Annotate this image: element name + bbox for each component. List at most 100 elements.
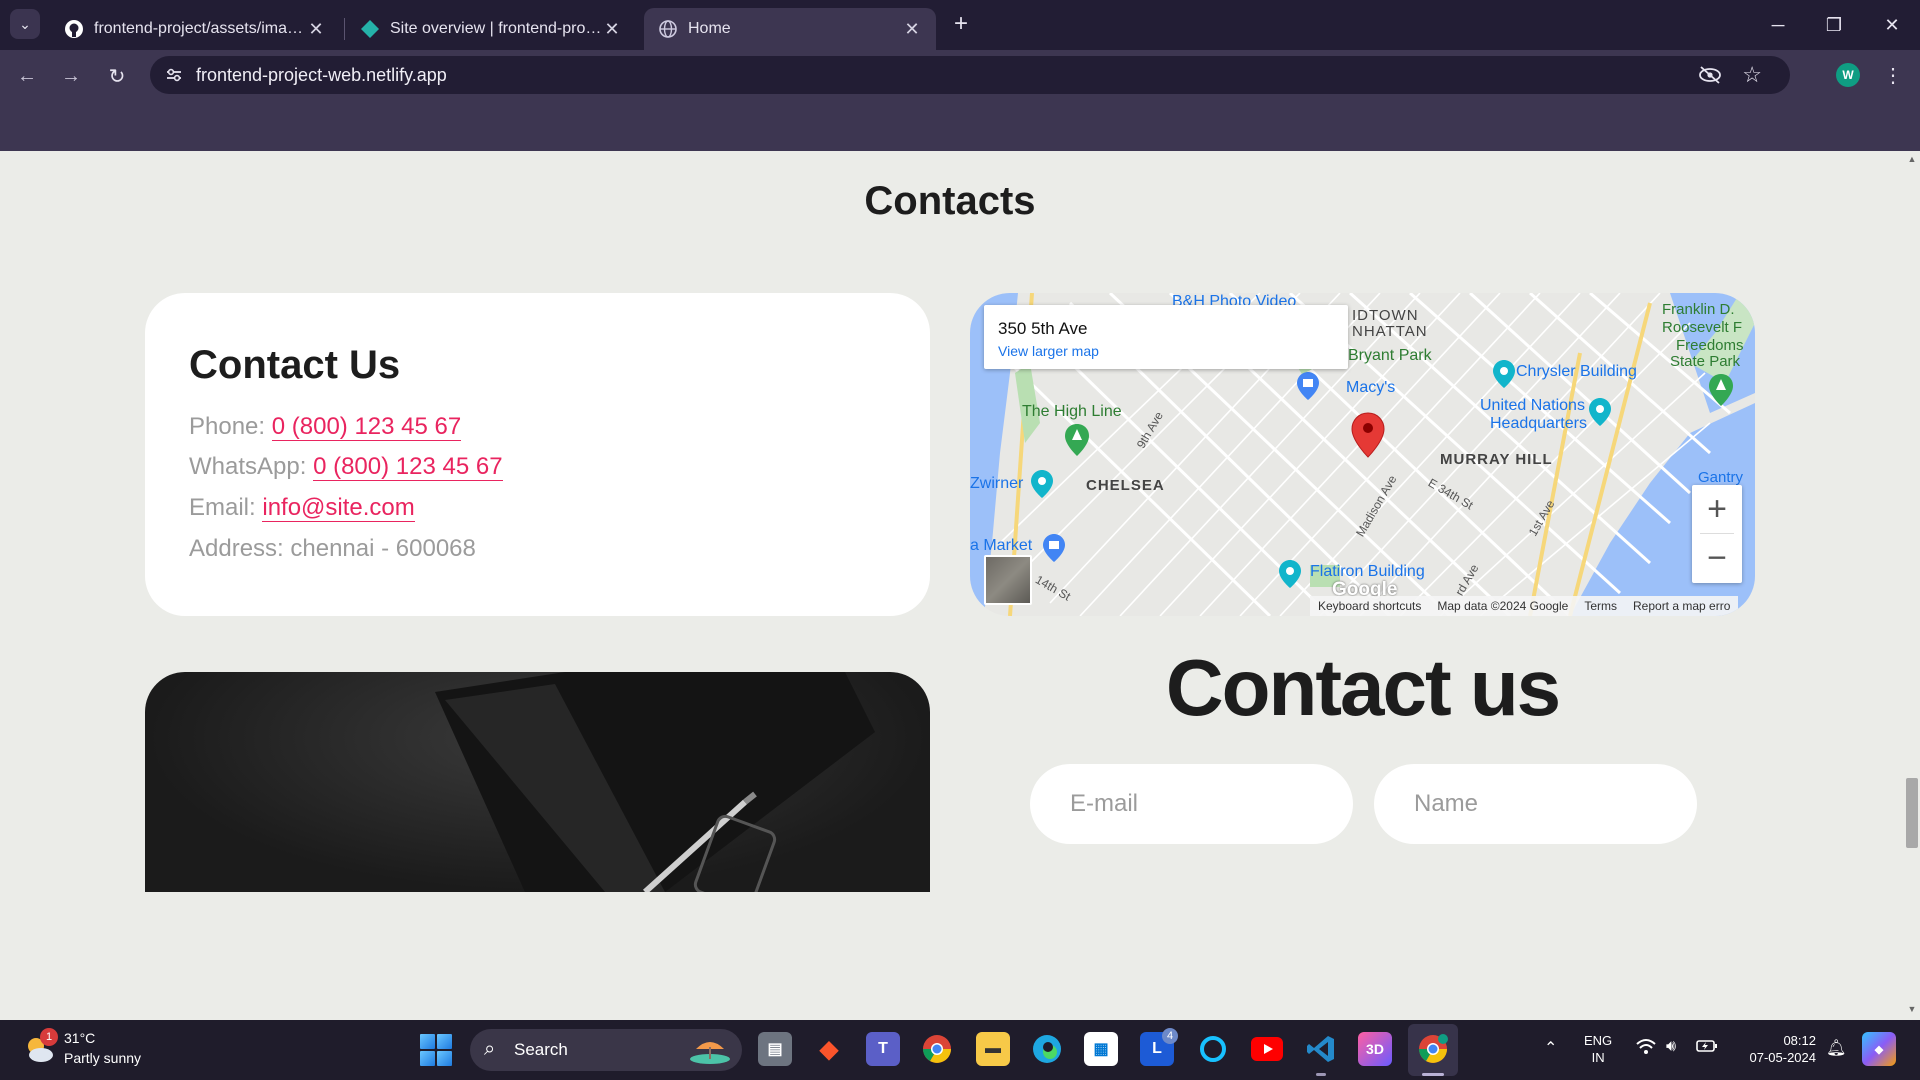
youtube-icon[interactable] [1250, 1032, 1284, 1066]
windows-start-icon[interactable] [420, 1034, 452, 1066]
github-icon [64, 19, 84, 39]
zoom-out-button[interactable]: − [1692, 534, 1742, 582]
shopping-pin-icon [1043, 534, 1065, 562]
location-pin-icon[interactable] [1350, 411, 1386, 459]
running-indicator [1316, 1073, 1326, 1076]
phone-row: Phone: 0 (800) 123 45 67 [189, 413, 462, 441]
forward-icon[interactable]: → [58, 63, 84, 89]
browser-toolbar: ← → ↻ frontend-project-web.netlify.app ☆… [0, 50, 1920, 100]
map-label-highline: The High Line [1022, 403, 1122, 420]
brave-icon[interactable]: ◆ [812, 1032, 846, 1066]
zoom-in-button[interactable]: + [1692, 485, 1742, 533]
scroll-down-icon[interactable]: ▼ [1906, 1004, 1918, 1014]
map-label-zwirner: Zwirner [970, 475, 1024, 492]
map-label-chrysler: Chrysler Building [1516, 363, 1637, 380]
close-icon[interactable]: ✕ [602, 19, 622, 40]
address-bar[interactable]: frontend-project-web.netlify.app ☆ [150, 56, 1790, 94]
netlify-icon [360, 19, 380, 39]
reload-icon[interactable]: ↻ [104, 63, 130, 89]
park-pin-icon [1065, 424, 1089, 456]
page-scrollbar[interactable] [1904, 151, 1920, 1020]
report-error-link[interactable]: Report a map erro [1625, 599, 1738, 613]
weather-description[interactable]: Partly sunny [64, 1050, 141, 1066]
cortana-icon[interactable] [1196, 1032, 1230, 1066]
profile-avatar[interactable]: W [1836, 63, 1860, 87]
name-input[interactable] [1374, 764, 1697, 844]
email-label: Email: [189, 494, 256, 521]
section-title: Contacts [864, 179, 1036, 223]
store-icon[interactable]: ▦ [1084, 1032, 1118, 1066]
phone-link[interactable]: 0 (800) 123 45 67 [271, 413, 462, 441]
tab-home[interactable]: Home ✕ [644, 8, 936, 50]
eye-off-icon[interactable] [1698, 65, 1722, 85]
close-window-icon[interactable]: ✕ [1872, 12, 1912, 38]
wifi-icon[interactable] [1636, 1038, 1656, 1061]
bookmark-star-icon[interactable]: ☆ [1742, 62, 1762, 88]
whatsapp-row: WhatsApp: 0 (800) 123 45 67 [189, 453, 503, 481]
search-highlight-icon [690, 1042, 730, 1064]
file-explorer-icon[interactable]: ▤ [758, 1032, 792, 1066]
map-label-franklin-2: Roosevelt F [1662, 319, 1743, 336]
contact-card: Contact Us Phone: 0 (800) 123 45 67 What… [145, 293, 930, 616]
map-footer: Keyboard shortcuts Map data ©2024 Google… [1310, 596, 1739, 616]
taskbar-search[interactable]: ⌕ Search [470, 1029, 742, 1071]
google-map-embed[interactable]: B&H Photo Video IDTOWN NHATTAN Bryant Pa… [970, 293, 1755, 616]
whatsapp-link[interactable]: 0 (800) 123 45 67 [313, 453, 503, 481]
map-label-gantry: Gantry [1698, 469, 1744, 486]
tab-github[interactable]: frontend-project/assets/images ✕ [50, 8, 340, 50]
satellite-layer-toggle[interactable] [984, 555, 1032, 605]
email-input[interactable] [1030, 764, 1353, 844]
edge-icon[interactable] [1030, 1032, 1064, 1066]
landmark-pin-icon [1493, 360, 1515, 388]
active-indicator [1422, 1073, 1444, 1076]
map-label-bryant: Bryant Park [1348, 347, 1432, 364]
tab-search-dropdown-icon[interactable]: ⌄ [10, 9, 40, 39]
tab-title: Site overview | frontend-project [390, 20, 602, 37]
contact-form-title: Contact us [1165, 643, 1561, 732]
folder-icon[interactable]: ▬ [976, 1032, 1010, 1066]
notification-bell-icon[interactable]: 🔔︎ [1826, 1038, 1846, 1058]
back-icon[interactable]: ← [14, 63, 40, 89]
chrome-icon[interactable] [920, 1032, 954, 1066]
close-icon[interactable]: ✕ [306, 19, 326, 40]
input-language[interactable]: ENG IN [1584, 1032, 1612, 1066]
email-link[interactable]: info@site.com [262, 494, 415, 522]
chrome-profile-icon[interactable] [1416, 1032, 1450, 1066]
clock[interactable]: 08:12 07-05-2024 [1736, 1032, 1817, 1066]
scrollbar-thumb[interactable] [1906, 778, 1918, 848]
map-label-macys: Macy's [1346, 379, 1396, 396]
contact-card-heading: Contact Us [189, 343, 401, 387]
email-row: Email: info@site.com [189, 494, 415, 522]
site-settings-icon[interactable] [164, 65, 184, 85]
vscode-icon[interactable] [1304, 1032, 1338, 1066]
map-label-chelsea: CHELSEA [1086, 477, 1165, 494]
weather-temperature[interactable]: 31°C [64, 1030, 95, 1046]
gallery-pin-icon [1031, 470, 1053, 498]
tab-title: Home [688, 20, 731, 37]
tab-separator [344, 18, 345, 40]
restore-icon[interactable]: ❐ [1814, 12, 1854, 38]
lang-line-2: IN [1591, 1050, 1605, 1065]
view-larger-map-link[interactable]: View larger map [998, 343, 1099, 359]
map-data-text: Map data ©2024 Google [1437, 599, 1569, 613]
map-info-card: 350 5th Ave View larger map [984, 305, 1348, 369]
show-hidden-icons-icon[interactable]: ⌃ [1544, 1038, 1557, 1058]
terms-link[interactable]: Terms [1576, 599, 1625, 613]
close-icon[interactable]: ✕ [902, 19, 922, 40]
keyboard-shortcuts-link[interactable]: Keyboard shortcuts [1310, 599, 1429, 613]
battery-icon[interactable] [1696, 1038, 1718, 1059]
new-tab-button[interactable]: + [948, 10, 974, 37]
browser-menu-icon[interactable]: ⋮ [1880, 62, 1906, 88]
tab-netlify[interactable]: Site overview | frontend-project ✕ [346, 8, 636, 50]
scroll-up-icon[interactable]: ▲ [1906, 154, 1918, 164]
volume-icon[interactable]: 🔊︎ [1666, 1038, 1676, 1056]
phone-label: Phone: [189, 413, 266, 440]
whatsapp-label: WhatsApp: [189, 453, 307, 480]
url-text[interactable]: frontend-project-web.netlify.app [196, 65, 447, 86]
teams-icon[interactable]: T [866, 1032, 900, 1066]
app-badge-count: 4 [1162, 1028, 1178, 1044]
copilot-icon[interactable]: ◆ [1862, 1032, 1896, 1066]
minimize-icon[interactable]: ─ [1758, 12, 1798, 38]
3d-viewer-icon[interactable]: 3D [1358, 1032, 1392, 1066]
search-label: Search [514, 1040, 568, 1059]
